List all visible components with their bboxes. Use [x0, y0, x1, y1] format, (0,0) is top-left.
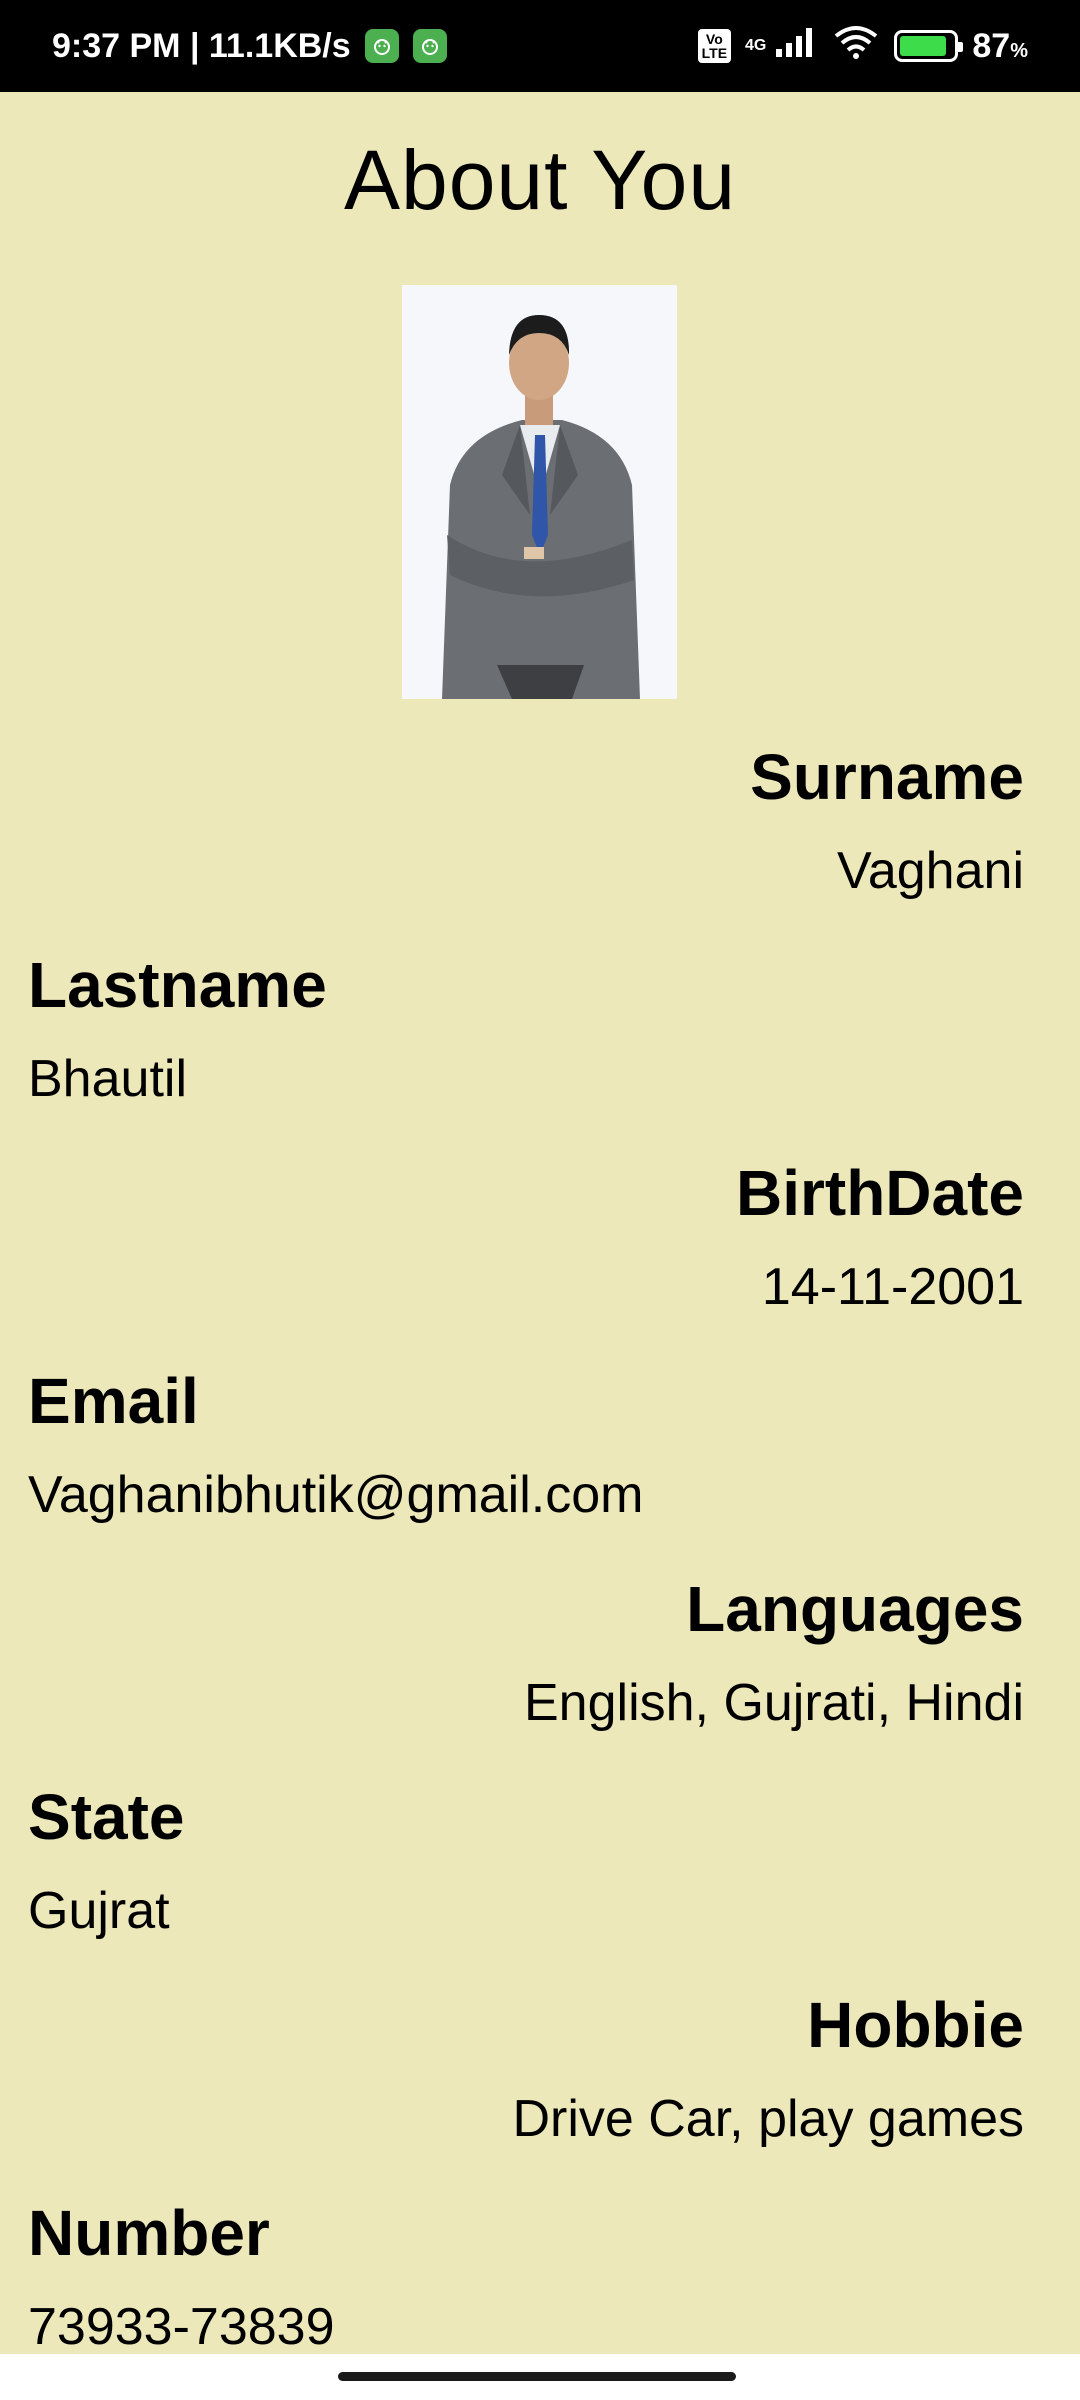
- battery-percent: 87%: [972, 27, 1028, 66]
- email-value: Vaghanibhutik@gmail.com: [28, 1466, 644, 1524]
- network-type-label: 4G: [745, 37, 767, 54]
- hobbie-value: Drive Car, play games: [512, 2090, 1024, 2148]
- page-title: About You: [343, 133, 737, 227]
- status-time-speed: 9:37 PM | 11.1KB/s: [52, 26, 351, 65]
- languages-label: Languages: [686, 1573, 1024, 1645]
- state-label: State: [28, 1781, 185, 1853]
- signal-icon: [774, 25, 818, 68]
- hobbie-label: Hobbie: [807, 1989, 1024, 2061]
- home-gesture-handle[interactable]: [338, 2372, 736, 2381]
- state-value: Gujrat: [28, 1882, 170, 1940]
- birthdate-value: 14-11-2001: [761, 1258, 1024, 1316]
- birthdate-label: BirthDate: [735, 1157, 1024, 1229]
- number-value: 73933-73839: [28, 2298, 335, 2356]
- app-notification-icon: [364, 29, 399, 63]
- surname-value: Vaghani: [837, 842, 1024, 900]
- volte-label-lte: LTE: [701, 45, 728, 61]
- battery-percent-value: 87: [972, 26, 1011, 65]
- lastname-label: Lastname: [28, 949, 327, 1021]
- lastname-value: Bhautil: [28, 1050, 187, 1108]
- app-notification-icon: [412, 29, 447, 63]
- status-left: 9:37 PM | 11.1KB/s: [52, 27, 447, 66]
- battery-level-fill: [900, 36, 946, 56]
- surname-label: Surname: [750, 741, 1024, 813]
- number-label: Number: [28, 2197, 270, 2269]
- profile-photo: [402, 285, 677, 699]
- volte-icon: Vo LTE: [697, 29, 732, 63]
- status-right: Vo LTE 4G 87%: [697, 24, 1028, 69]
- wifi-icon: [832, 24, 880, 69]
- email-label: Email: [28, 1365, 199, 1437]
- battery-percent-sign: %: [1010, 39, 1028, 62]
- status-bar: 9:37 PM | 11.1KB/s Vo LTE 4G 87%: [0, 0, 1080, 92]
- languages-value: English, Gujrati, Hindi: [524, 1674, 1024, 1732]
- battery-icon: [894, 30, 964, 62]
